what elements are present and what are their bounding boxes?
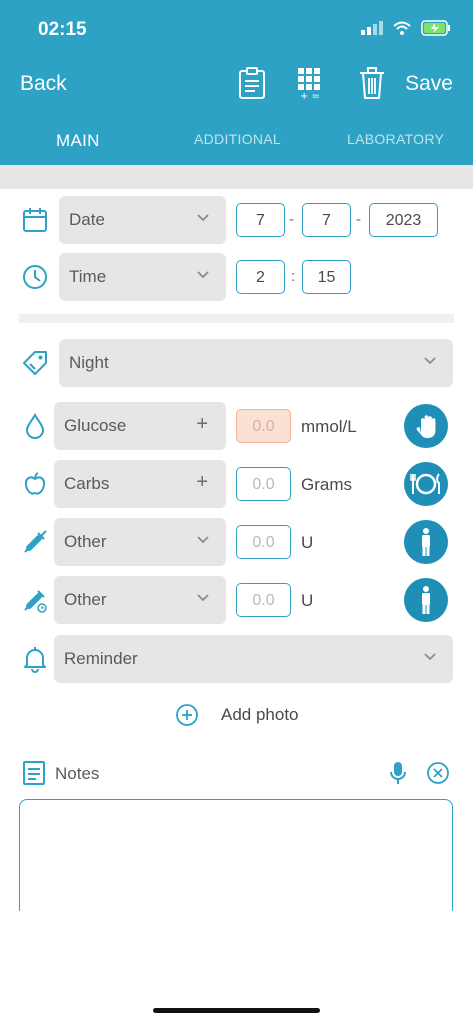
hand-icon xyxy=(416,415,436,439)
syringe-icon xyxy=(24,530,47,553)
insulin-unit-1: U xyxy=(301,533,314,552)
header: 02:15 Back + = Save MAIN ADDITIONAL LABO… xyxy=(0,0,473,165)
minute-field[interactable]: 15 xyxy=(302,260,351,294)
bell-icon xyxy=(24,647,46,673)
chevron-down-icon xyxy=(197,536,209,544)
tab-laboratory[interactable]: LABORATORY xyxy=(347,131,444,147)
plus-circle-icon xyxy=(176,704,198,726)
drop-icon xyxy=(25,412,45,439)
tab-main[interactable]: MAIN xyxy=(56,131,100,151)
category-selected: Night xyxy=(69,353,109,372)
reminder-label: Reminder xyxy=(64,649,138,668)
body-site-button-2[interactable] xyxy=(404,578,448,622)
insulin-type-label-1: Other xyxy=(64,532,107,551)
body-site-button-1[interactable] xyxy=(404,520,448,564)
chevron-down-icon xyxy=(197,214,209,222)
insulin-input-2[interactable]: 0.0 xyxy=(236,583,291,617)
mic-icon[interactable] xyxy=(389,761,407,785)
carbs-label: Carbs xyxy=(64,474,110,493)
glucose-unit: mmol/L xyxy=(301,417,357,436)
glucose-input[interactable]: 0.0 xyxy=(236,409,291,443)
plate-icon xyxy=(410,473,440,495)
carbs-unit: Grams xyxy=(301,475,352,494)
insulin-input-1[interactable]: 0.0 xyxy=(236,525,291,559)
chevron-down-icon xyxy=(424,357,436,365)
time-dropdown-label: Time xyxy=(69,267,107,286)
notes-label: Notes xyxy=(55,764,100,783)
tab-additional[interactable]: ADDITIONAL xyxy=(194,131,281,147)
notes-textarea[interactable] xyxy=(19,799,453,911)
category-dropdown[interactable]: Night xyxy=(59,339,453,387)
person-icon xyxy=(422,528,430,556)
chevron-down-icon xyxy=(197,594,209,602)
date-dropdown[interactable]: Date xyxy=(59,196,226,244)
day-field[interactable]: 7 xyxy=(236,203,285,237)
status-icons xyxy=(361,20,451,36)
section-divider xyxy=(19,314,454,323)
pen-icon xyxy=(24,590,47,613)
add-photo-button[interactable]: Add photo xyxy=(175,703,299,727)
header-separator xyxy=(0,165,473,189)
clear-icon[interactable] xyxy=(426,761,450,785)
carbs-input[interactable]: 0.0 xyxy=(236,467,291,501)
grid-calculator-icon[interactable]: + = xyxy=(297,66,327,100)
save-button[interactable]: Save xyxy=(405,72,453,96)
insulin-type-label-2: Other xyxy=(64,590,107,609)
clock-icon xyxy=(23,265,47,289)
insulin-type-dropdown-2[interactable]: Other xyxy=(54,576,226,624)
apple-icon xyxy=(24,472,46,495)
notes-icon xyxy=(23,761,45,785)
wifi-icon xyxy=(393,21,411,35)
date-separator: - xyxy=(356,211,361,228)
glucose-label: Glucose xyxy=(64,416,127,435)
time-dropdown[interactable]: Time xyxy=(59,253,226,301)
home-indicator xyxy=(153,1008,320,1013)
time-separator: : xyxy=(291,268,296,285)
carbs-selector[interactable]: Carbs + xyxy=(54,460,226,508)
year-field[interactable]: 2023 xyxy=(369,203,438,237)
battery-icon xyxy=(421,20,450,36)
svg-text:+ =: + = xyxy=(300,91,320,100)
hour-field[interactable]: 2 xyxy=(236,260,285,294)
date-dropdown-label: Date xyxy=(69,210,105,229)
insulin-unit-2: U xyxy=(301,591,314,610)
person-icon xyxy=(422,586,430,614)
chevron-down-icon xyxy=(197,271,209,279)
month-field[interactable]: 7 xyxy=(302,203,351,237)
meal-button[interactable] xyxy=(404,462,448,506)
chevron-down-icon xyxy=(424,653,436,661)
calendar-icon xyxy=(23,208,47,232)
glucose-selector[interactable]: Glucose + xyxy=(54,402,226,450)
insulin-type-dropdown-1[interactable]: Other xyxy=(54,518,226,566)
clipboard-icon[interactable] xyxy=(237,66,267,100)
add-icon: + xyxy=(196,413,208,435)
back-button[interactable]: Back xyxy=(20,72,67,96)
activity-button[interactable] xyxy=(404,404,448,448)
add-photo-label: Add photo xyxy=(221,705,299,724)
signal-icon xyxy=(361,21,383,35)
trash-icon[interactable] xyxy=(357,66,387,100)
date-separator: - xyxy=(289,211,294,228)
tag-icon xyxy=(23,351,47,375)
reminder-dropdown[interactable]: Reminder xyxy=(54,635,453,683)
status-time: 02:15 xyxy=(38,19,87,40)
add-icon: + xyxy=(196,471,208,493)
